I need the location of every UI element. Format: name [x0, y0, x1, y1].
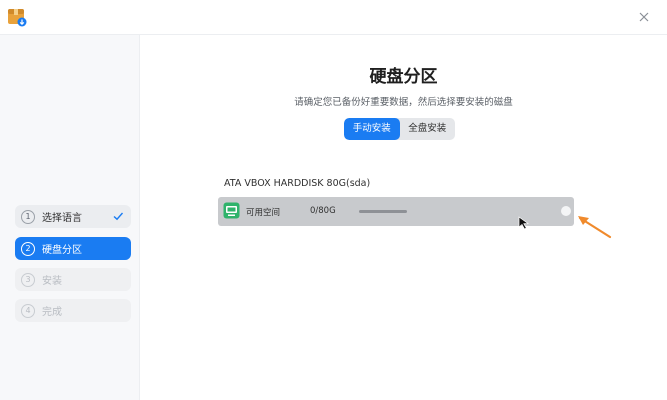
step-finish: 4 完成	[15, 299, 131, 322]
step-label: 选择语言	[42, 213, 82, 224]
step-label: 硬盘分区	[42, 245, 82, 256]
main-content: 硬盘分区 请确定您已备份好重要数据，然后选择要安装的磁盘 手动安装 全盘安装 A…	[140, 35, 667, 400]
installer-package-icon	[8, 9, 27, 27]
annotation-arrow-icon	[578, 216, 612, 239]
steps-sidebar: 1 选择语言 2 硬盘分区 3 安装 4 完成	[0, 35, 140, 400]
close-button[interactable]	[635, 8, 653, 26]
step-number: 1	[21, 209, 35, 224]
check-icon	[113, 212, 124, 221]
partition-usage-bar	[359, 210, 407, 213]
step-label: 安装	[42, 276, 62, 287]
step-number: 2	[21, 241, 35, 256]
step-install: 3 安装	[15, 268, 131, 291]
page-subtitle: 请确定您已备份好重要数据，然后选择要安装的磁盘	[294, 97, 513, 108]
title-bar	[0, 0, 667, 35]
step-select-language[interactable]: 1 选择语言	[15, 205, 131, 228]
mouse-cursor-icon	[518, 216, 530, 230]
full-disk-install-button[interactable]: 全盘安装	[400, 118, 456, 140]
install-mode-switch: 手动安装 全盘安装	[344, 118, 455, 140]
step-number: 3	[21, 272, 35, 287]
partition-size: 0/80G	[310, 206, 336, 216]
step-number: 4	[21, 303, 35, 318]
manual-install-button[interactable]: 手动安装	[344, 118, 400, 140]
step-label: 完成	[42, 307, 62, 318]
partition-name: 可用空间	[246, 208, 281, 218]
disk-partition-icon	[223, 202, 240, 219]
installer-window: 1 选择语言 2 硬盘分区 3 安装 4 完成 硬盘分区 请确定您已备份好重要数…	[0, 0, 667, 400]
disk-label: ATA VBOX HARDDISK 80G(sda)	[224, 178, 371, 189]
partition-edit-button[interactable]	[561, 206, 571, 216]
step-disk-partition[interactable]: 2 硬盘分区	[15, 237, 131, 260]
page-title: 硬盘分区	[369, 67, 438, 87]
